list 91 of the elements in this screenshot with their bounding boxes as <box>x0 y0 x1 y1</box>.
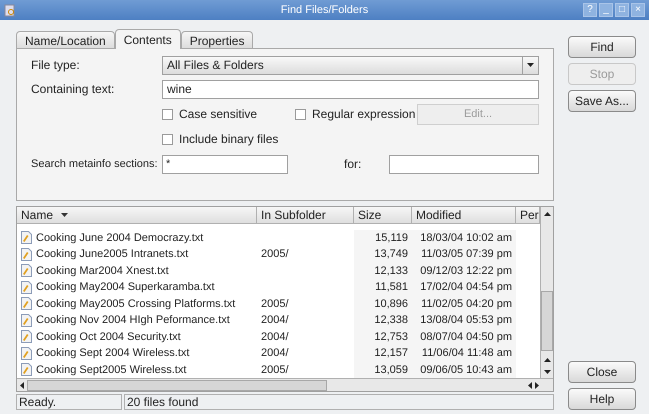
table-cell-text: 12,133 <box>374 264 408 278</box>
table-cell-text: Cooking Sept2005 Wireless.txt <box>36 362 186 378</box>
table-cell-text: Cooking June 2004 Democrazy.txt <box>36 230 204 246</box>
dropdown-arrow-icon <box>527 63 534 67</box>
text-file-icon <box>21 264 32 278</box>
dialog-button[interactable]: Help <box>568 388 636 410</box>
checkbox[interactable] <box>162 134 173 144</box>
table-cell-text: 17/02/04 04:54 pm <box>420 280 512 295</box>
table-cell-text: Cooking Oct 2004 Security.txt <box>36 330 181 344</box>
scroll-up-icon <box>544 212 550 216</box>
table-cell: 2004/ <box>261 347 289 359</box>
table-cell: 2005/ <box>261 248 289 260</box>
checkbox[interactable] <box>295 108 306 120</box>
table-cell-text: Cooking June2005 Intranets.txt <box>36 247 188 262</box>
table-cell-text: 13,059 <box>374 362 408 378</box>
table-cell: 2004/ <box>261 314 289 326</box>
table-cell-text: Cooking Sept 2004 Wireless.txt <box>36 346 190 361</box>
file-row[interactable]: Cooking Sept 2004 Wireless.txt 2004/ 12,157 11/06/04 11:48 am <box>17 345 540 362</box>
field-label: for: <box>344 156 362 173</box>
column-header[interactable]: Per <box>516 207 540 224</box>
text-file-icon <box>21 280 32 294</box>
file-row[interactable]: Cooking Nov 2004 HIgh Peformance.txt 2004/ 12,338 13/08/04 05:53 pm <box>17 312 540 328</box>
file-type-dropdown[interactable]: All Files & Folders <box>162 56 539 74</box>
scroll-right-icon <box>535 382 539 388</box>
table-cell-text: 12,753 <box>374 330 408 344</box>
table-cell-text: 10,896 <box>374 296 408 312</box>
checkbox-label: Include binary files <box>179 131 278 148</box>
sort-arrow-icon <box>61 213 68 217</box>
field-label: Containing text: <box>31 81 116 98</box>
dialog-button[interactable]: Save As... <box>568 90 636 112</box>
field-label: File type: <box>31 57 81 74</box>
file-row[interactable]: Cooking June2005 Intranets.txt 2005/ 13,749 11/03/05 07:39 pm <box>17 246 540 262</box>
file-row[interactable]: Cooking June 2004 Democrazy.txt 15,119 18/03/04 10:02 am <box>17 230 540 246</box>
file-row[interactable]: Cooking Sept2005 Wireless.txt 2005/ 13,059 09/06/05 10:43 am <box>17 362 540 378</box>
table-cell-text: 08/07/04 04:50 pm <box>420 330 512 344</box>
text-file-icon <box>21 231 32 244</box>
table-cell: 2005/ <box>261 364 289 376</box>
text-file-icon <box>21 314 32 327</box>
checkbox[interactable] <box>162 108 173 120</box>
text-file-icon <box>21 363 32 376</box>
text-file-icon <box>21 330 32 344</box>
file-row[interactable]: Cooking Oct 2004 Security.txt 2004/ 12,753 08/07/04 04:50 pm <box>17 328 540 345</box>
column-header[interactable]: Size <box>354 207 412 224</box>
status-text: Ready. <box>16 394 122 410</box>
scroll-up-icon <box>544 358 550 362</box>
table-cell-text: 11/03/05 07:39 pm <box>421 247 512 262</box>
checkbox-label: Case sensitive <box>179 106 258 123</box>
table-cell-text: 13/08/04 05:53 pm <box>420 313 512 328</box>
vertical-scrollbar[interactable] <box>540 207 553 378</box>
table-cell-text: Cooking Mar2004 Xnest.txt <box>36 264 169 278</box>
tab[interactable]: Properties <box>180 31 254 48</box>
checkbox-label: Regular expression <box>312 106 416 123</box>
table-cell-text: 18/03/04 10:02 am <box>420 230 512 246</box>
table-cell-text: 15,119 <box>375 230 408 246</box>
window-title: Find Files/Folders <box>280 2 368 18</box>
column-header[interactable]: In Subfolder <box>257 207 354 224</box>
dialog-button[interactable]: Close <box>568 361 636 383</box>
table-cell-text: Cooking May2004 Superkaramba.txt <box>36 280 215 295</box>
dialog-button[interactable]: Find <box>568 36 636 58</box>
for-field[interactable] <box>389 154 539 174</box>
table-cell-text: 12,157 <box>374 346 408 361</box>
text-file-icon <box>21 346 32 360</box>
table-cell-text: Cooking Nov 2004 HIgh Peformance.txt <box>36 313 230 328</box>
table-cell-text: 12,338 <box>374 313 408 328</box>
tab[interactable]: Contents <box>114 29 181 49</box>
table-cell-text: 11/06/04 11:48 am <box>422 346 512 361</box>
table-cell-text: 09/06/05 10:43 am <box>420 362 512 378</box>
metainfo-field[interactable]: * <box>162 154 288 174</box>
file-row[interactable]: Cooking Mar2004 Xnest.txt 12,133 09/12/03 12:22 pm <box>17 262 540 279</box>
file-row[interactable]: Cooking May2004 Superkaramba.txt 11,581 17/02/04 04:54 pm <box>17 279 540 296</box>
search-icon <box>4 4 16 16</box>
file-row[interactable]: Cooking May2005 Crossing Platforms.txt 2005/ 10,896 11/02/05 04:20 pm <box>17 296 540 312</box>
table-cell: 2005/ <box>261 298 289 310</box>
scroll-left-icon <box>20 382 24 388</box>
field-label: Search metainfo sections: <box>31 156 159 172</box>
text-file-icon <box>21 248 32 261</box>
scroll-down-icon <box>544 370 550 374</box>
scroll-left-icon <box>528 382 532 388</box>
table-cell-text: Cooking May2005 Crossing Platforms.txt <box>36 296 236 312</box>
column-header[interactable]: Modified <box>412 207 516 224</box>
table-cell-text: 09/12/03 12:22 pm <box>420 264 512 278</box>
containing-text-field[interactable]: wine <box>162 80 539 98</box>
horizontal-scrollbar[interactable] <box>17 378 553 391</box>
table-cell-text: 11,581 <box>375 280 408 295</box>
status-text: 20 files found <box>124 394 554 410</box>
table-cell: 2004/ <box>261 330 289 342</box>
table-cell-text: 13,749 <box>374 247 408 262</box>
table-cell-text: 11/02/05 04:20 pm <box>421 296 512 312</box>
text-file-icon <box>21 297 32 310</box>
tab[interactable]: Name/Location <box>16 31 115 48</box>
column-header[interactable]: Name <box>17 207 257 224</box>
